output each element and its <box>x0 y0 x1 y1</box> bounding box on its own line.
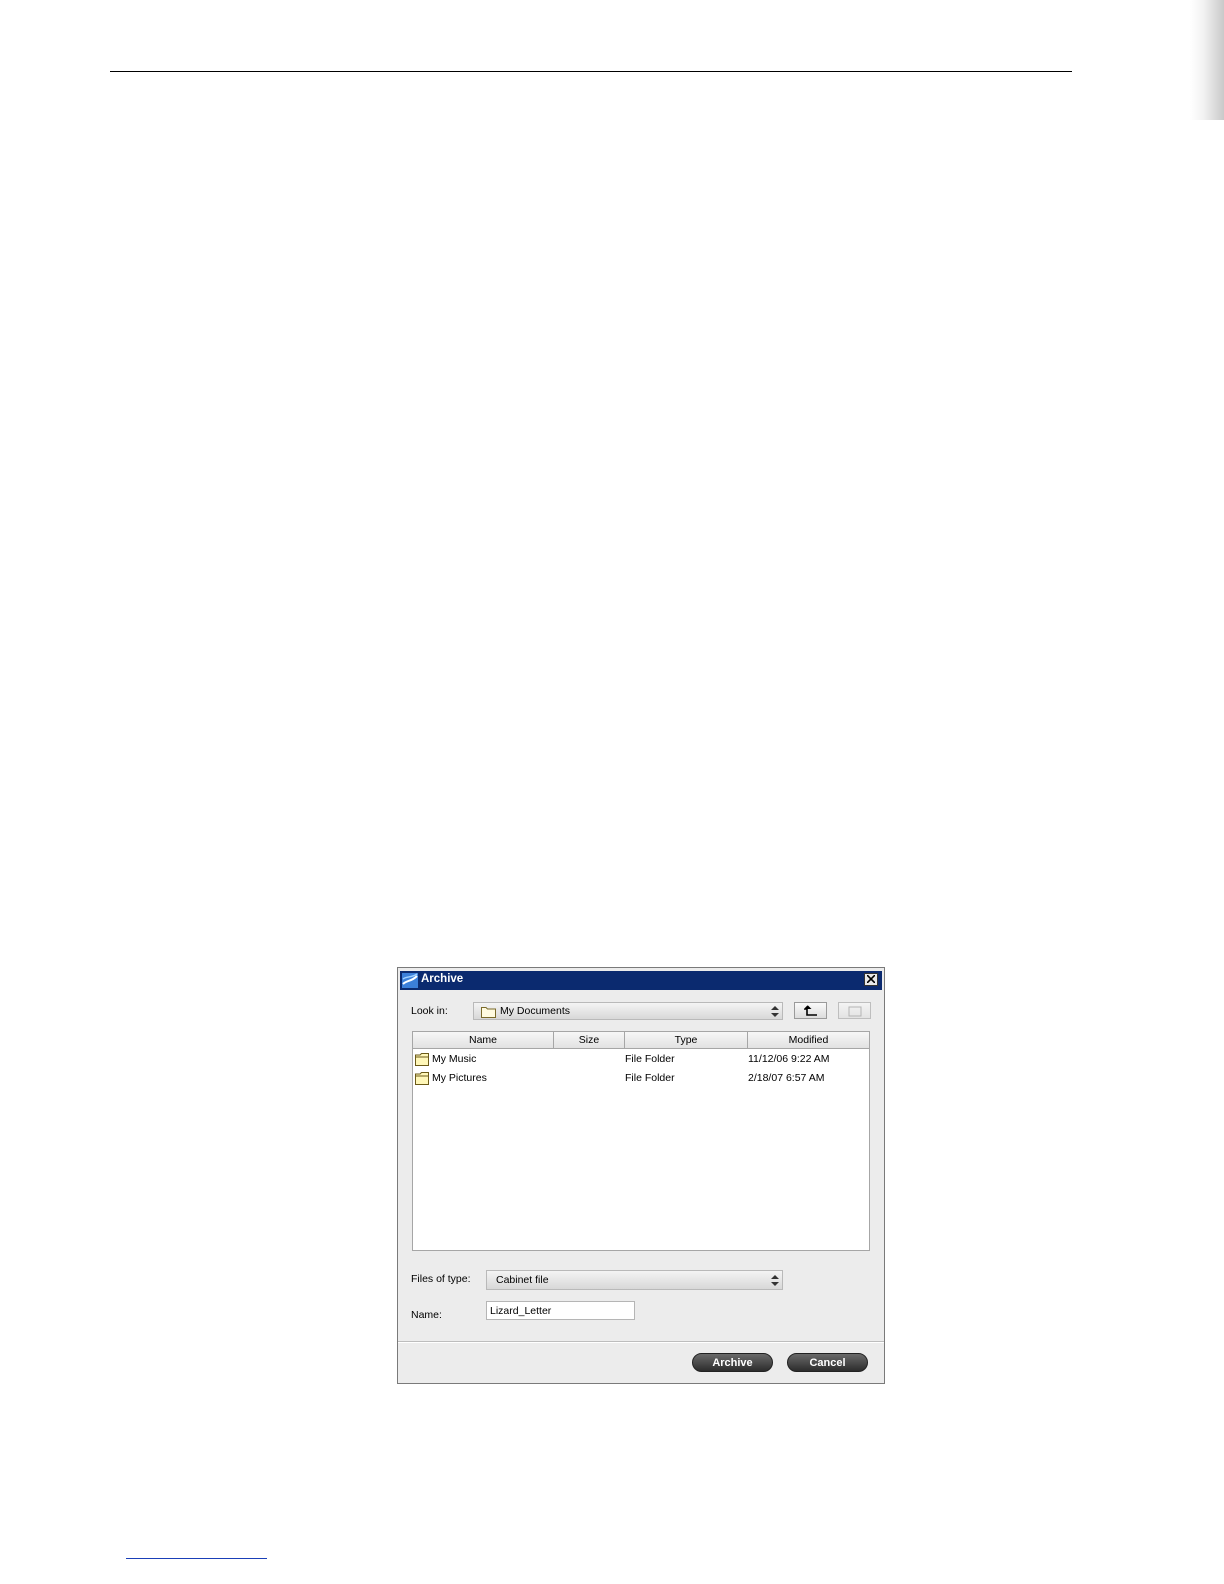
look-in-label: Look in: <box>411 1005 448 1017</box>
dialog-titlebar[interactable]: Archive <box>400 971 882 990</box>
row-type: File Folder <box>625 1053 675 1065</box>
footer-link-underline[interactable] <box>126 1558 267 1559</box>
column-header-name[interactable]: Name <box>413 1032 554 1049</box>
row-name: My Music <box>432 1053 477 1065</box>
name-label: Name: <box>411 1309 442 1321</box>
dialog-title: Archive <box>421 973 464 985</box>
look-in-select[interactable]: My Documents <box>473 1002 783 1020</box>
column-header-size[interactable]: Size <box>554 1032 625 1049</box>
folder-icon <box>415 1072 429 1085</box>
row-modified: 2/18/07 6:57 AM <box>748 1072 825 1084</box>
updown-arrows-icon <box>771 1275 779 1286</box>
files-of-type-label: Files of type: <box>411 1273 471 1285</box>
close-button[interactable] <box>864 973 878 986</box>
files-of-type-select[interactable]: Cabinet file <box>486 1270 783 1290</box>
new-folder-icon <box>848 1006 862 1017</box>
page-edge-shadow <box>1190 0 1224 120</box>
table-row[interactable]: My Music File Folder 11/12/06 9:22 AM <box>413 1050 869 1069</box>
folder-icon <box>415 1053 429 1066</box>
close-icon <box>867 975 875 983</box>
table-row[interactable]: My Pictures File Folder 2/18/07 6:57 AM <box>413 1069 869 1088</box>
footer-divider-highlight <box>398 1342 884 1343</box>
row-modified: 11/12/06 9:22 AM <box>748 1053 830 1065</box>
up-one-level-button[interactable] <box>794 1002 827 1019</box>
archive-dialog: Archive Look in: My Documents Name Size … <box>397 967 885 1384</box>
archive-button[interactable]: Archive <box>692 1353 773 1372</box>
column-header-modified[interactable]: Modified <box>748 1032 869 1049</box>
app-icon <box>402 973 418 988</box>
new-folder-button[interactable] <box>838 1002 871 1019</box>
file-list[interactable]: Name Size Type Modified My Music File Fo… <box>412 1031 870 1251</box>
updown-arrows-icon <box>771 1006 779 1017</box>
page-header-rule <box>110 71 1072 72</box>
row-type: File Folder <box>625 1072 675 1084</box>
up-arrow-icon <box>804 1005 817 1016</box>
folder-icon <box>481 1007 496 1018</box>
cancel-button[interactable]: Cancel <box>787 1353 868 1372</box>
column-header-type[interactable]: Type <box>625 1032 748 1049</box>
row-name: My Pictures <box>432 1072 487 1084</box>
file-name-input[interactable] <box>486 1301 635 1320</box>
look-in-value: My Documents <box>500 1005 571 1017</box>
files-of-type-value: Cabinet file <box>496 1274 549 1286</box>
